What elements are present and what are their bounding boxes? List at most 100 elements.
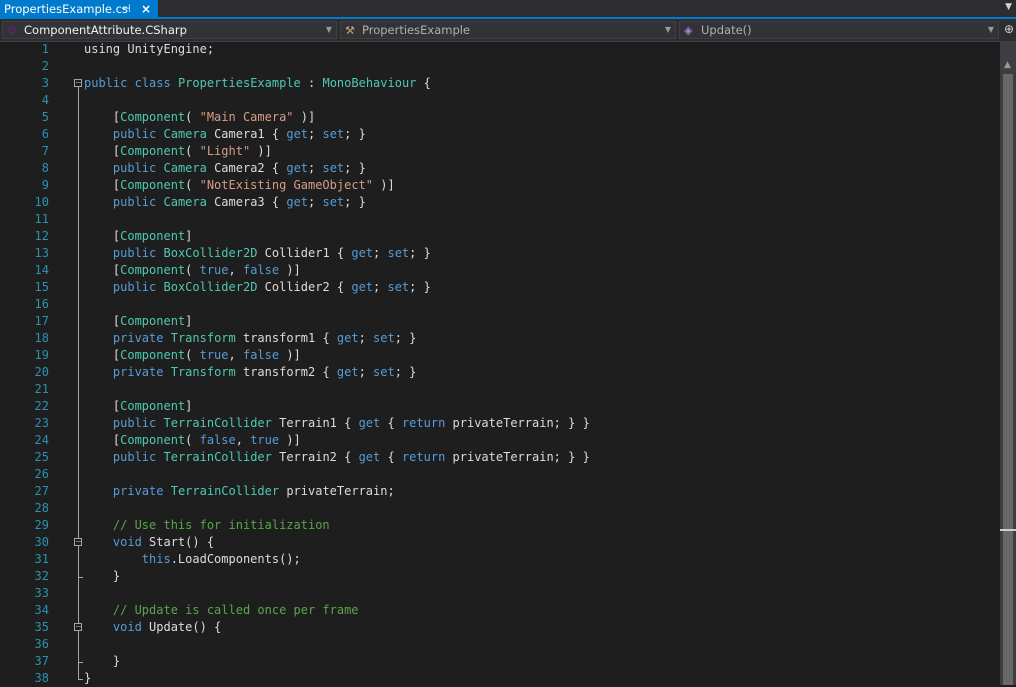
code-token: set — [387, 246, 410, 260]
code-token: get — [351, 246, 374, 260]
line-number: 31 — [34, 552, 49, 566]
code-line[interactable]: public BoxCollider2D Collider2 { get; se… — [84, 279, 431, 296]
code-line[interactable]: // Use this for initialization — [84, 517, 330, 534]
code-token: } — [84, 569, 121, 583]
line-number: 12 — [34, 229, 49, 243]
code-line[interactable]: } — [84, 568, 120, 585]
code-line[interactable]: } — [84, 670, 91, 687]
close-icon[interactable]: × — [141, 0, 151, 18]
tab-properties-example[interactable]: PropertiesExample.cs ⊣ × — [0, 0, 158, 19]
code-line[interactable]: void Update() { — [84, 619, 221, 636]
code-line[interactable]: [Component] — [84, 398, 193, 415]
code-line[interactable]: // Update is called once per frame — [84, 602, 359, 619]
member-dropdown-value: Update() — [701, 23, 752, 37]
code-token: get — [336, 365, 359, 379]
code-token: ; } — [409, 246, 431, 260]
line-number: 6 — [41, 127, 49, 141]
scrollbar-thumb[interactable] — [1003, 74, 1013, 685]
code-line[interactable]: public Camera Camera2 { get; set; } — [84, 160, 366, 177]
code-token: set — [322, 195, 345, 209]
code-line[interactable]: public class PropertiesExample : MonoBeh… — [84, 75, 431, 92]
code-token: void — [112, 535, 142, 549]
code-token: Component — [120, 229, 186, 243]
code-token: private — [112, 331, 164, 345]
line-number: 13 — [34, 246, 49, 260]
code-token: { — [380, 416, 402, 430]
code-token: "Light" — [199, 144, 251, 158]
code-line[interactable]: public TerrainCollider Terrain2 { get { … — [84, 449, 590, 466]
code-line[interactable]: } — [84, 653, 120, 670]
code-line[interactable]: void Start() { — [84, 534, 214, 551]
code-token: BoxCollider2D — [163, 246, 258, 260]
split-window-icon[interactable]: ⊕ — [1004, 22, 1014, 36]
code-token: Component — [120, 144, 186, 158]
line-number: 5 — [41, 110, 49, 124]
code-line[interactable]: [Component( true, false )] — [84, 347, 301, 364]
code-token: [ — [84, 229, 121, 243]
code-line[interactable]: using UnityEngine; — [84, 41, 214, 58]
member-dropdown[interactable]: ◈ Update() ▼ — [679, 21, 999, 39]
code-line[interactable]: [Component] — [84, 313, 193, 330]
collapse-start-icon[interactable]: − — [74, 538, 82, 546]
chevron-down-icon[interactable]: ▼ — [1005, 2, 1012, 12]
fold-end-marker — [78, 577, 83, 578]
line-number: 33 — [34, 586, 49, 600]
code-line[interactable]: public Camera Camera1 { get; set; } — [84, 126, 366, 143]
code-line[interactable]: [Component( "Light" )] — [84, 143, 272, 160]
code-token: get — [358, 416, 381, 430]
code-token: ( — [185, 178, 200, 192]
line-number: 34 — [34, 603, 49, 617]
code-token: , — [235, 433, 251, 447]
line-number: 25 — [34, 450, 49, 464]
code-line[interactable]: public Camera Camera3 { get; set; } — [84, 194, 366, 211]
code-token: get — [286, 127, 309, 141]
code-token: Component — [120, 399, 186, 413]
vertical-scrollbar[interactable]: ▲ — [1000, 42, 1016, 685]
code-line[interactable]: public TerrainCollider Terrain1 { get { … — [84, 415, 590, 432]
code-editor[interactable]: 1 2 3 4 5 6 7 8 9 10 11 12 13 14 15 16 17 18 19 20 21 22 23 24 2… — [0, 42, 1000, 685]
code-line[interactable]: private Transform transform1 { get; set;… — [84, 330, 417, 347]
chevron-down-icon: ▼ — [664, 25, 671, 34]
code-token: public — [112, 161, 157, 175]
code-line[interactable]: public BoxCollider2D Collider1 { get; se… — [84, 245, 431, 262]
code-token: Terrain1 { — [271, 416, 359, 430]
code-token: : — [300, 76, 323, 90]
code-line[interactable]: private Transform transform2 { get; set;… — [84, 364, 417, 381]
code-token: ] — [185, 229, 193, 243]
method-lock-icon: ◈ — [684, 24, 693, 37]
code-token: ( — [185, 348, 200, 362]
code-token: ( — [185, 263, 200, 277]
code-line[interactable]: [Component( "Main Camera" )] — [84, 109, 315, 126]
code-token: set — [373, 365, 395, 379]
code-line[interactable]: [Component( "NotExisting GameObject" )] — [84, 177, 395, 194]
code-line[interactable]: private TerrainCollider privateTerrain; — [84, 483, 395, 500]
line-number: 11 — [34, 212, 49, 226]
code-token: void — [112, 620, 142, 634]
code-token: ; — [373, 280, 388, 294]
scroll-up-icon[interactable]: ▲ — [1004, 60, 1011, 70]
code-token: Collider2 { — [257, 280, 352, 294]
collapse-class-icon[interactable]: − — [74, 79, 82, 87]
collapse-update-icon[interactable]: − — [74, 623, 82, 631]
line-number: 4 — [41, 93, 49, 107]
project-dropdown[interactable]: ⚙ ComponentAttribute.CSharp ▼ — [2, 21, 337, 39]
code-line[interactable]: [Component( false, true )] — [84, 432, 301, 449]
code-token: false — [242, 263, 280, 277]
code-line[interactable]: [Component] — [84, 228, 193, 245]
code-token: public — [112, 280, 157, 294]
line-number: 8 — [41, 161, 49, 175]
code-line[interactable]: [Component( true, false )] — [84, 262, 301, 279]
code-token: [ — [84, 348, 121, 362]
code-token: [ — [84, 178, 121, 192]
type-dropdown[interactable]: ⚒ PropertiesExample ▼ — [340, 21, 676, 39]
code-token: } — [84, 654, 121, 668]
pin-icon[interactable]: ⊣ — [121, 0, 131, 18]
code-line[interactable]: this.LoadComponents(); — [84, 551, 301, 568]
code-token: MonoBehaviour — [322, 76, 417, 90]
